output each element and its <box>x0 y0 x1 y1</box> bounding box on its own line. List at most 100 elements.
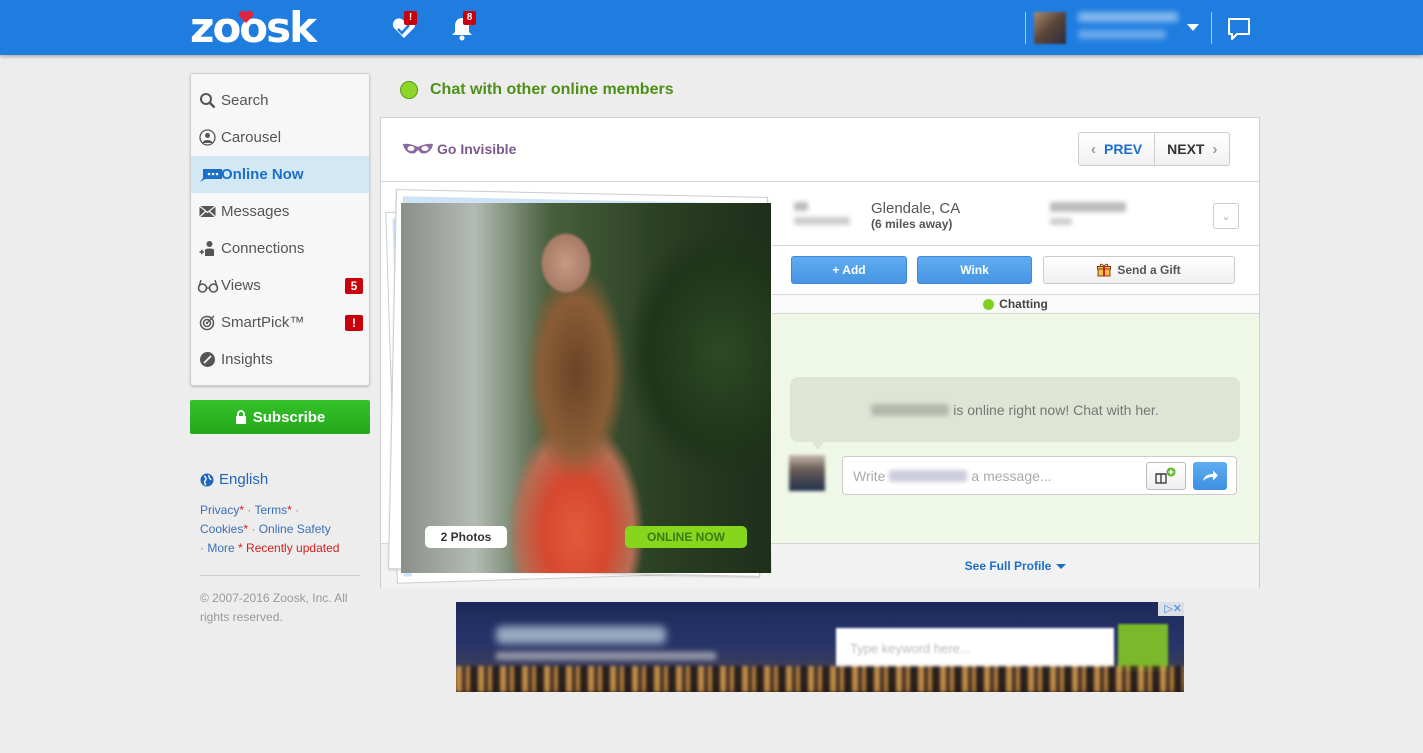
smartpick-heart-button[interactable]: ! <box>390 11 418 42</box>
chevron-down-icon: ⌄ <box>1221 210 1231 223</box>
sidebar-item-carousel[interactable]: Carousel <box>191 119 369 156</box>
notifications-button[interactable]: 8 <box>448 11 476 42</box>
username-blurred <box>871 403 950 416</box>
online-safety-link[interactable]: Online Safety <box>259 522 331 536</box>
add-button[interactable]: + Add <box>791 256 907 284</box>
profile-photo[interactable]: 2 Photos ONLINE NOW <box>401 203 771 573</box>
star: * <box>239 503 245 517</box>
divider <box>1025 12 1026 44</box>
privacy-label: Privacy <box>200 503 240 517</box>
sidebar-nav: Search Carousel Online Now Messages Conn… <box>190 73 370 386</box>
subscribe-label: Subscribe <box>252 408 326 426</box>
send-button[interactable] <box>1193 462 1227 490</box>
mask-icon <box>403 143 433 154</box>
privacy-link[interactable]: Privacy* <box>200 503 244 517</box>
terms-link[interactable]: Terms* <box>254 503 291 517</box>
envelope-icon <box>199 205 216 218</box>
ad-search-input[interactable]: Type keyword here... <box>836 628 1114 668</box>
sidebar-item-label: SmartPick™ <box>221 314 305 331</box>
panel-header: Go Invisible ‹ PREV NEXT › <box>381 118 1259 182</box>
sidebar-item-connections[interactable]: Connections <box>191 230 369 267</box>
sidebar-item-smartpick[interactable]: SmartPick™ ! <box>191 304 369 341</box>
sidebar-item-search[interactable]: Search <box>191 82 369 119</box>
go-invisible-label: Go Invisible <box>437 141 517 157</box>
send-arrow-icon <box>1203 470 1218 481</box>
profile-menu-button[interactable]: ⌄ <box>1213 203 1239 229</box>
user-avatar[interactable] <box>1034 12 1066 44</box>
profile-info: Glendale, CA (6 miles away) ⌄ <box>772 182 1259 246</box>
separator: · <box>200 541 204 555</box>
chevron-left-icon: ‹ <box>1091 140 1096 158</box>
sidebar-item-label: Search <box>221 92 269 109</box>
smartpick-badge: ! <box>404 11 417 25</box>
ad-tagline-blurred <box>496 652 716 660</box>
username-blurred <box>889 469 968 482</box>
gift-icon <box>1097 263 1112 277</box>
message-input[interactable]: Write a message... <box>842 456 1237 495</box>
cookies-link[interactable]: Cookies* <box>200 522 248 536</box>
see-full-profile-label: See Full Profile <box>964 559 1052 573</box>
sidebar-item-messages[interactable]: Messages <box>191 193 369 230</box>
glasses-icon <box>197 279 219 293</box>
footer-divider <box>200 575 360 576</box>
lock-icon <box>235 410 246 424</box>
separator: · <box>247 503 252 517</box>
separator: · <box>295 503 300 517</box>
photos-count-button[interactable]: 2 Photos <box>425 526 507 548</box>
views-badge: 5 <box>345 278 363 294</box>
go-invisible-button[interactable]: Go Invisible <box>402 141 516 157</box>
send-gift-button[interactable]: Send a Gift <box>1043 256 1235 284</box>
copyright: © 2007-2016 Zoosk, Inc. All rights reser… <box>200 591 348 624</box>
user-name-blurred <box>1078 12 1178 22</box>
chat-prompt-bubble: is online right now! Chat with her. <box>790 377 1240 450</box>
profile-actions: + Add Wink Send a Gift <box>772 246 1259 294</box>
insights-icon <box>200 352 215 367</box>
language-selector[interactable]: English <box>200 471 268 488</box>
caret-down-icon <box>1056 563 1067 569</box>
star: * <box>243 522 249 536</box>
ad-close-icon[interactable]: ▷✕ <box>1158 602 1184 616</box>
next-label: NEXT <box>1167 141 1205 157</box>
page-heading: Chat with other online members <box>400 81 674 99</box>
divider <box>1211 12 1212 44</box>
sidebar-item-views[interactable]: Views 5 <box>191 267 369 304</box>
sidebar-item-label: Connections <box>221 240 305 257</box>
notifications-badge: 8 <box>463 11 476 25</box>
footer-links: Privacy* · Terms* · Cookies* · Online Sa… <box>200 501 365 558</box>
sidebar-item-insights[interactable]: Insights <box>191 341 369 378</box>
user-location-blurred <box>1078 30 1166 39</box>
more-link[interactable]: More <box>207 541 234 555</box>
globe-icon <box>200 473 214 486</box>
chat-bubble-icon[interactable] <box>1226 16 1252 42</box>
profile-distance: (6 miles away) <box>871 217 953 231</box>
language-label: English <box>219 471 269 488</box>
sidebar-item-label: Insights <box>221 351 273 368</box>
logo-heart-icon <box>238 10 254 23</box>
ad-go-button[interactable] <box>1118 624 1168 672</box>
carousel-icon <box>199 129 216 146</box>
online-dot-icon <box>400 81 418 99</box>
ad-banner[interactable]: Type keyword here... <box>456 602 1184 692</box>
sidebar-item-label: Carousel <box>221 129 282 146</box>
send-gift-label: Send a Gift <box>1117 263 1181 277</box>
next-button[interactable]: NEXT › <box>1155 132 1231 166</box>
status-dot-icon <box>983 298 995 310</box>
chat-status: Chatting <box>772 294 1259 314</box>
ad-logo-blurred <box>496 626 666 644</box>
age-label-blurred <box>794 217 850 225</box>
see-full-profile-link[interactable]: See Full Profile <box>772 543 1259 588</box>
separator: · <box>251 522 256 536</box>
attach-gift-button[interactable] <box>1146 462 1186 490</box>
sidebar-item-label: Views <box>221 277 261 294</box>
zoosk-logo[interactable]: zoosk <box>190 4 317 52</box>
placeholder-suffix: a message... <box>971 467 1052 484</box>
chat-status-label: Chatting <box>999 297 1048 311</box>
username-sub-blurred <box>1050 218 1072 225</box>
sidebar-item-online-now[interactable]: Online Now <box>191 156 369 193</box>
top-bar: zoosk ! 8 <box>0 0 1423 55</box>
wink-button[interactable]: Wink <box>917 256 1032 284</box>
prev-button[interactable]: ‹ PREV <box>1078 132 1156 166</box>
ad-skyline <box>456 666 1184 692</box>
chevron-down-icon[interactable] <box>1187 24 1199 31</box>
subscribe-button[interactable]: Subscribe <box>190 400 370 434</box>
